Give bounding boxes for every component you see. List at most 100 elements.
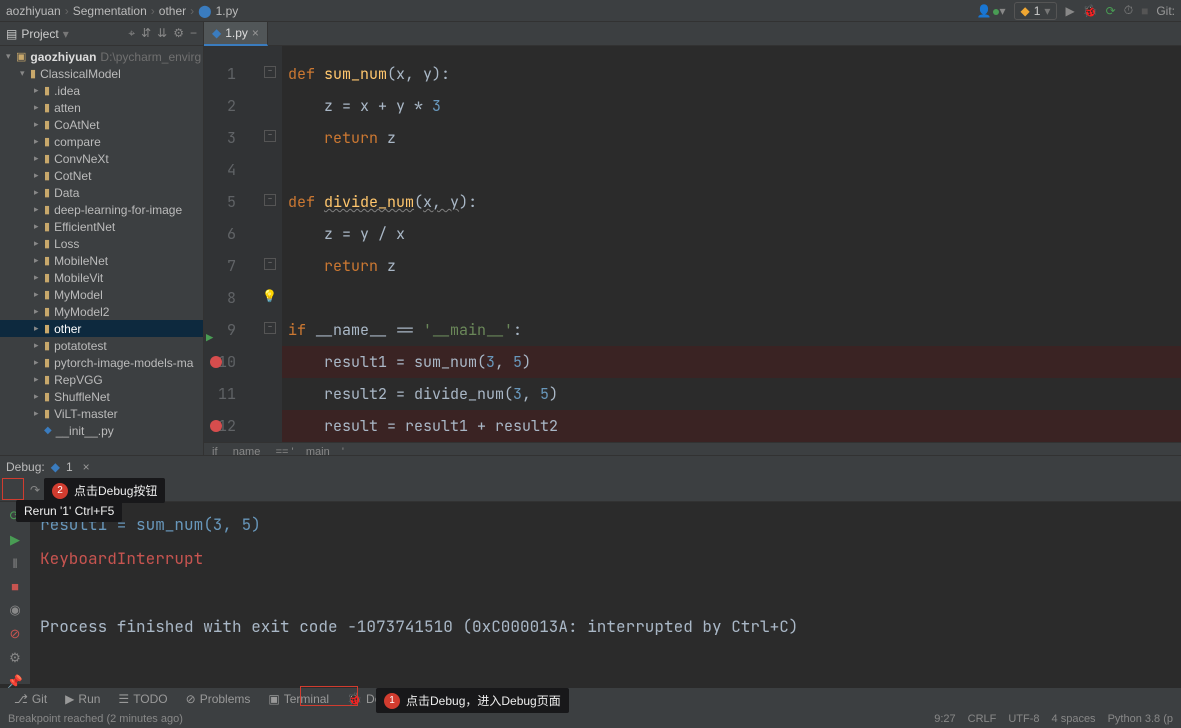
code-line[interactable]: z = y / x	[282, 218, 1181, 250]
margin-line[interactable]	[260, 410, 282, 442]
gutter-line[interactable]: 9	[204, 314, 260, 346]
tree-folder[interactable]: ▸▮MyModel	[0, 286, 203, 303]
gutter[interactable]: 123456789101112	[204, 46, 260, 442]
gutter-line[interactable]: 3	[204, 122, 260, 154]
hide-icon[interactable]: −	[190, 26, 197, 41]
tree-folder[interactable]: ▸▮ConvNeXt	[0, 150, 203, 167]
settings-icon[interactable]: ⚙	[9, 650, 21, 666]
margin-line[interactable]	[260, 218, 282, 250]
tree-folder[interactable]: ▸▮Data	[0, 184, 203, 201]
project-tree[interactable]: ▾▣gaozhiyuanD:\pycharm_envirg▾▮Classical…	[0, 46, 203, 455]
tree-folder[interactable]: ▸▮atten	[0, 99, 203, 116]
gear-icon[interactable]: ⚙	[173, 26, 184, 41]
crumb[interactable]: other	[159, 4, 186, 18]
line-separator[interactable]: CRLF	[968, 713, 997, 725]
tree-folder[interactable]: ▸▮.idea	[0, 82, 203, 99]
debug-panel-header[interactable]: Debug: ◆ 1 ×	[0, 456, 1181, 478]
gutter-line[interactable]: 7	[204, 250, 260, 282]
margin-line[interactable]	[260, 282, 282, 314]
margin-line[interactable]	[260, 378, 282, 410]
run-icon[interactable]: ▶	[1065, 4, 1074, 18]
tree-folder[interactable]: ▸▮potatotest	[0, 337, 203, 354]
tree-folder[interactable]: ▸▮deep-learning-for-image	[0, 201, 203, 218]
tree-folder[interactable]: ▸▮MyModel2	[0, 303, 203, 320]
debug-icon[interactable]: 🐞	[1083, 4, 1098, 18]
tree-folder[interactable]: ▸▮CotNet	[0, 167, 203, 184]
resume-icon[interactable]: ▶	[10, 532, 20, 548]
caret-position[interactable]: 9:27	[934, 713, 955, 725]
indent-setting[interactable]: 4 spaces	[1052, 713, 1096, 725]
crumb[interactable]: Segmentation	[73, 4, 147, 18]
stop-icon[interactable]: ■	[1141, 4, 1148, 18]
tree-folder[interactable]: ▸▮ViLT-master	[0, 405, 203, 422]
editor-tab[interactable]: ◆ 1.py ×	[204, 22, 268, 46]
code-line[interactable]: def divide_num(x, y):	[282, 186, 1181, 218]
tree-folder[interactable]: ▾▮ClassicalModel	[0, 65, 203, 82]
avatar-icon[interactable]: 👤▾	[977, 4, 1006, 18]
tree-file[interactable]: ◆__init__.py	[0, 422, 203, 439]
close-icon[interactable]: ×	[252, 26, 259, 40]
margin-line[interactable]	[260, 250, 282, 282]
profile-icon[interactable]: ⏱	[1124, 3, 1133, 18]
tree-folder[interactable]: ▸▮RepVGG	[0, 371, 203, 388]
tree-folder[interactable]: ▸▮compare	[0, 133, 203, 150]
mute-breakpoints-icon[interactable]: ⊘	[10, 626, 21, 642]
toolwin-todo[interactable]: ☰TODO	[110, 690, 175, 708]
stop-icon[interactable]: ■	[11, 579, 19, 594]
margin-line[interactable]	[260, 186, 282, 218]
tree-folder[interactable]: ▸▮other	[0, 320, 203, 337]
code-line[interactable]: result2 = divide_num(3, 5)	[282, 378, 1181, 410]
target-icon[interactable]: ⌖	[128, 26, 135, 41]
tree-folder[interactable]: ▸▮CoAtNet	[0, 116, 203, 133]
code-line[interactable]: result = result1 + result2	[282, 410, 1181, 442]
tree-folder[interactable]: ▸▮EfficientNet	[0, 218, 203, 235]
crumb[interactable]: aozhiyuan	[6, 4, 61, 18]
gutter-line[interactable]: 5	[204, 186, 260, 218]
margin-line[interactable]	[260, 122, 282, 154]
crumb-file[interactable]: 1.py	[216, 4, 239, 18]
margin-line[interactable]	[260, 90, 282, 122]
gutter-line[interactable]: 11	[204, 378, 260, 410]
margin-line[interactable]	[260, 314, 282, 346]
code-line[interactable]: result1 = sum_num(3, 5)	[282, 346, 1181, 378]
code-editor[interactable]: def sum_num(x, y): z = x + y * 3 return …	[282, 46, 1181, 442]
gutter-line[interactable]: 6	[204, 218, 260, 250]
code-line[interactable]: return z	[282, 122, 1181, 154]
tree-folder[interactable]: ▸▮MobileNet	[0, 252, 203, 269]
code-line[interactable]	[282, 282, 1181, 314]
toolwin-git[interactable]: ⎇Git	[6, 690, 55, 708]
pause-icon[interactable]: ‖	[12, 556, 17, 571]
run-config-selector[interactable]: ◆1 ▾	[1014, 2, 1058, 20]
gutter-line[interactable]: 12	[204, 410, 260, 442]
margin-line[interactable]	[260, 346, 282, 378]
tree-root[interactable]: ▾▣gaozhiyuanD:\pycharm_envirg	[0, 48, 203, 65]
python-interpreter[interactable]: Python 3.8 (p	[1108, 713, 1173, 725]
debug-console[interactable]: result1 = sum_num(3, 5)KeyboardInterrupt…	[30, 502, 1181, 684]
gutter-line[interactable]: 2	[204, 90, 260, 122]
tree-folder[interactable]: ▸▮MobileVit	[0, 269, 203, 286]
margin-line[interactable]	[260, 154, 282, 186]
tree-folder[interactable]: ▸▮Loss	[0, 235, 203, 252]
file-encoding[interactable]: UTF-8	[1008, 713, 1039, 725]
code-line[interactable]: if __name__ == '__main__':	[282, 314, 1181, 346]
code-line[interactable]	[282, 154, 1181, 186]
code-line[interactable]: return z	[282, 250, 1181, 282]
close-icon[interactable]: ×	[83, 460, 90, 474]
view-breakpoints-icon[interactable]: ◉	[9, 602, 20, 618]
code-line[interactable]: def sum_num(x, y):	[282, 58, 1181, 90]
coverage-icon[interactable]: ⟳	[1106, 4, 1116, 18]
expand-icon[interactable]: ⇵	[141, 26, 151, 41]
collapse-icon[interactable]: ⇊	[157, 26, 167, 41]
code-line[interactable]: z = x + y * 3	[282, 90, 1181, 122]
toolwin-problems[interactable]: ⊘Problems	[178, 690, 259, 708]
project-panel-title[interactable]: ▤Project▾	[6, 27, 69, 41]
gutter-line[interactable]: 1	[204, 58, 260, 90]
fold-margin[interactable]	[260, 46, 282, 442]
step-over-icon[interactable]: ↷	[30, 483, 40, 497]
toolwin-run[interactable]: ▶Run	[57, 690, 108, 708]
margin-line[interactable]	[260, 58, 282, 90]
gutter-line[interactable]: 4	[204, 154, 260, 186]
tree-folder[interactable]: ▸▮ShuffleNet	[0, 388, 203, 405]
breadcrumb[interactable]: aozhiyuan› Segmentation› other› ⬤ 1.py	[6, 4, 238, 18]
gutter-line[interactable]: 10	[204, 346, 260, 378]
